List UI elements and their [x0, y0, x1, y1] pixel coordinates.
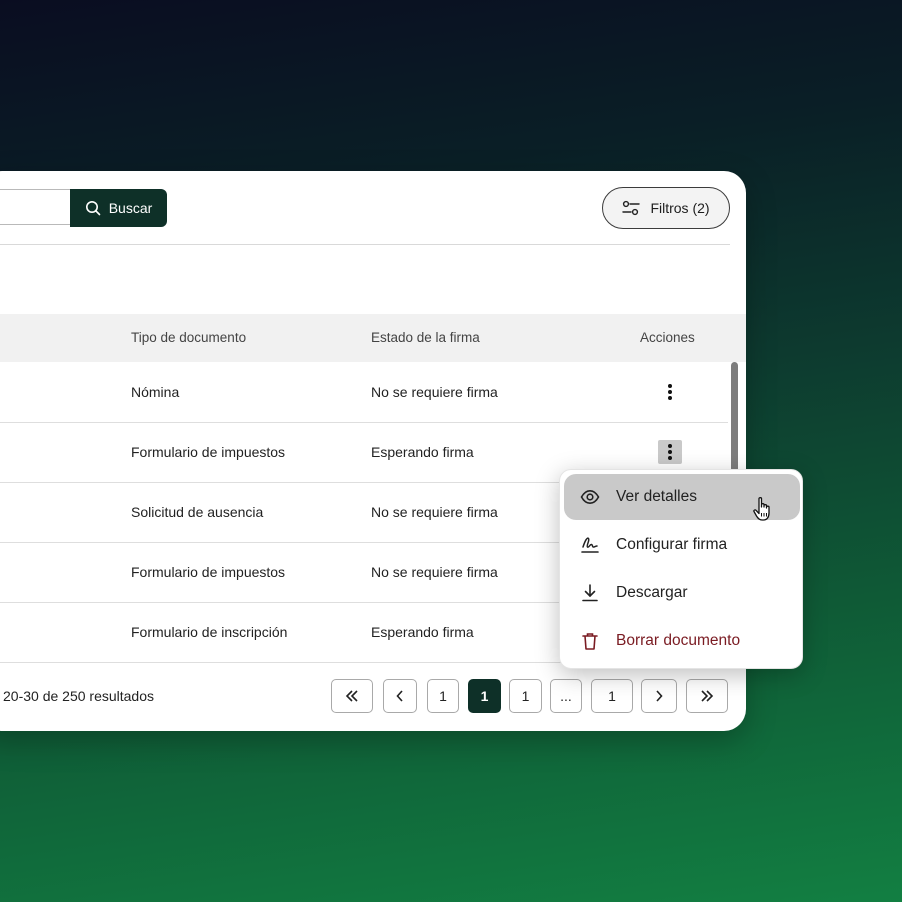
row-estado: Esperando firma	[371, 624, 474, 640]
row-actions-button[interactable]	[658, 440, 682, 464]
menu-item-descargar[interactable]: Descargar	[564, 570, 800, 616]
page-input[interactable]: 1	[591, 679, 633, 713]
first-page-button[interactable]	[331, 679, 373, 713]
results-count: 20-30 de 250 resultados	[3, 688, 154, 704]
row-actions-button[interactable]	[658, 380, 682, 404]
eye-icon	[580, 489, 600, 505]
more-vertical-icon	[668, 444, 672, 460]
hand-cursor-icon	[753, 497, 770, 521]
page-button-current[interactable]: 1	[468, 679, 501, 713]
row-estado: No se requiere firma	[371, 564, 498, 580]
trash-icon	[582, 633, 598, 650]
row-tipo: Formulario de impuestos	[131, 444, 286, 460]
search-icon	[85, 201, 101, 216]
filters-icon	[622, 200, 641, 216]
row-estado: No se requiere firma	[371, 384, 498, 400]
menu-item-label: Descargar	[616, 584, 688, 601]
row-tipo: Formulario de impuestos	[131, 564, 286, 580]
more-vertical-icon	[668, 384, 672, 400]
menu-item-configurar-firma[interactable]: Configurar firma	[564, 522, 800, 568]
prev-page-button[interactable]	[383, 679, 417, 713]
row-estado: No se requiere firma	[371, 504, 498, 520]
search-button[interactable]: Buscar	[70, 189, 167, 227]
search-input[interactable]	[0, 189, 71, 225]
filters-button-label: Filtros (2)	[650, 200, 710, 216]
column-header-estado: Estado de la firma	[371, 330, 480, 345]
chevrons-left-icon	[345, 690, 358, 702]
page-button[interactable]: 1	[427, 679, 459, 713]
signature-icon	[581, 537, 599, 553]
row-tipo: Formulario de inscripción	[131, 624, 288, 640]
chevron-right-icon	[656, 690, 663, 702]
column-header-acciones: Acciones	[640, 330, 695, 345]
page-ellipsis: ...	[550, 679, 582, 713]
search-button-label: Buscar	[108, 200, 153, 216]
menu-item-label: Configurar firma	[616, 536, 728, 553]
page-button[interactable]: 1	[509, 679, 542, 713]
filters-button[interactable]: Filtros (2)	[602, 187, 730, 229]
row-tipo: Solicitud de ausencia	[131, 504, 264, 520]
chevron-left-icon	[396, 690, 403, 702]
table-row	[0, 362, 728, 423]
row-estado: Esperando firma	[371, 444, 474, 460]
menu-item-borrar-documento[interactable]: Borrar documento	[564, 618, 800, 664]
last-page-button[interactable]	[686, 679, 728, 713]
row-tipo: Nómina	[131, 384, 180, 400]
menu-item-label: Borrar documento	[616, 632, 741, 649]
next-page-button[interactable]	[641, 679, 677, 713]
chevrons-right-icon	[701, 690, 714, 702]
toolbar-divider	[0, 244, 730, 245]
download-icon	[582, 584, 598, 602]
menu-item-label: Ver detalles	[616, 488, 697, 505]
table-scrollbar[interactable]	[731, 362, 738, 472]
column-header-tipo: Tipo de documento	[131, 330, 247, 345]
